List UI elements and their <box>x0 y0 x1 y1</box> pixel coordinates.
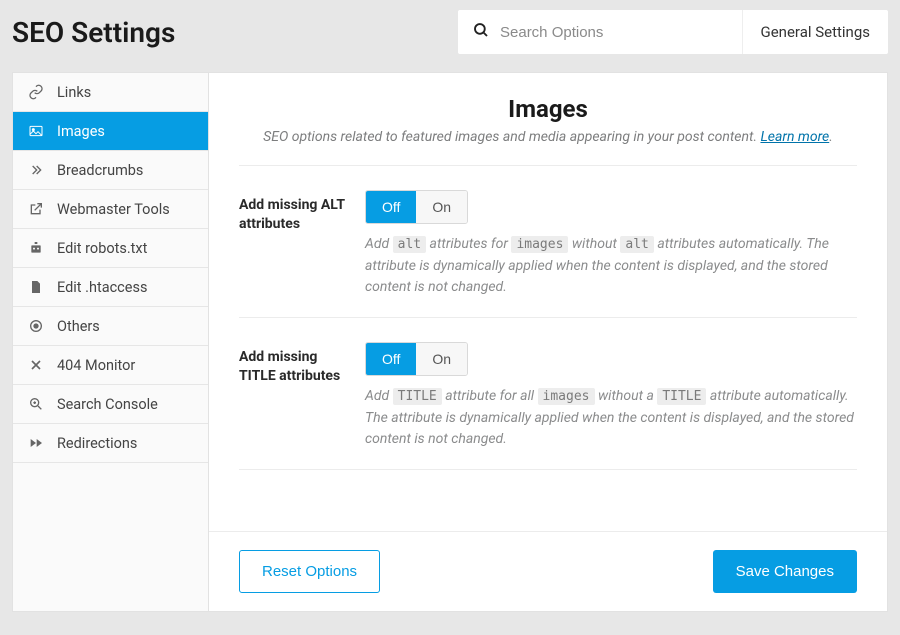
panel-footer: Reset Options Save Changes <box>209 531 887 611</box>
sidebar-item-label: Edit .htaccess <box>57 279 147 296</box>
sidebar-item-label: Webmaster Tools <box>57 201 170 218</box>
sidebar-item-label: Links <box>57 84 91 101</box>
external-icon <box>27 200 45 218</box>
sidebar-item-label: Images <box>57 123 105 140</box>
toggle-off-button[interactable]: Off <box>366 343 416 375</box>
page-title: SEO Settings <box>12 16 175 49</box>
sidebar-item-label: 404 Monitor <box>57 357 135 374</box>
learn-more-link[interactable]: Learn more <box>760 129 829 145</box>
sidebar-item-label: Search Console <box>57 396 158 413</box>
reset-button[interactable]: Reset Options <box>239 550 380 593</box>
file-icon <box>27 278 45 296</box>
field-label: Add missing ALT attributes <box>239 190 365 299</box>
sidebar-item-label: Edit robots.txt <box>57 240 147 257</box>
sidebar-item-webmaster-tools[interactable]: Webmaster Tools <box>13 190 208 229</box>
images-icon <box>27 122 45 140</box>
search-container: General Settings <box>458 10 888 54</box>
field-description: Add TITLE attribute for all images witho… <box>365 386 857 451</box>
sidebar-item-breadcrumbs[interactable]: Breadcrumbs <box>13 151 208 190</box>
sidebar: Links Images Breadcrumbs Webmaster Tools… <box>12 72 208 612</box>
sidebar-item-search-console[interactable]: Search Console <box>13 385 208 424</box>
sidebar-item-links[interactable]: Links <box>13 73 208 112</box>
field-title-attributes: Add missing TITLE attributes Off On Add … <box>239 318 857 470</box>
sidebar-item-htaccess[interactable]: Edit .htaccess <box>13 268 208 307</box>
toggle-alt: Off On <box>365 190 468 224</box>
sidebar-item-robots[interactable]: Edit robots.txt <box>13 229 208 268</box>
sidebar-item-others[interactable]: Others <box>13 307 208 346</box>
search-icon <box>472 21 490 43</box>
chevrons-icon <box>27 161 45 179</box>
zoom-icon <box>27 395 45 413</box>
sidebar-item-label: Redirections <box>57 435 137 452</box>
field-description: Add alt attributes for images without al… <box>365 234 857 299</box>
general-settings-tab[interactable]: General Settings <box>742 10 889 54</box>
forward-icon <box>27 434 45 452</box>
sidebar-item-images[interactable]: Images <box>13 112 208 151</box>
sidebar-item-label: Others <box>57 318 100 335</box>
toggle-off-button[interactable]: Off <box>366 191 416 223</box>
toggle-title: Off On <box>365 342 468 376</box>
sidebar-item-404[interactable]: 404 Monitor <box>13 346 208 385</box>
target-icon <box>27 317 45 335</box>
field-label: Add missing TITLE attributes <box>239 342 365 451</box>
x-icon <box>27 356 45 374</box>
sidebar-item-redirections[interactable]: Redirections <box>13 424 208 463</box>
links-icon <box>27 83 45 101</box>
sidebar-item-label: Breadcrumbs <box>57 162 143 179</box>
panel-subtitle: SEO options related to featured images a… <box>239 129 857 145</box>
field-alt-attributes: Add missing ALT attributes Off On Add al… <box>239 166 857 318</box>
main-panel: Images SEO options related to featured i… <box>208 72 888 612</box>
robot-icon <box>27 239 45 257</box>
toggle-on-button[interactable]: On <box>416 343 467 375</box>
save-button[interactable]: Save Changes <box>713 550 857 593</box>
panel-title: Images <box>239 95 857 123</box>
toggle-on-button[interactable]: On <box>416 191 467 223</box>
search-input[interactable] <box>500 24 732 41</box>
